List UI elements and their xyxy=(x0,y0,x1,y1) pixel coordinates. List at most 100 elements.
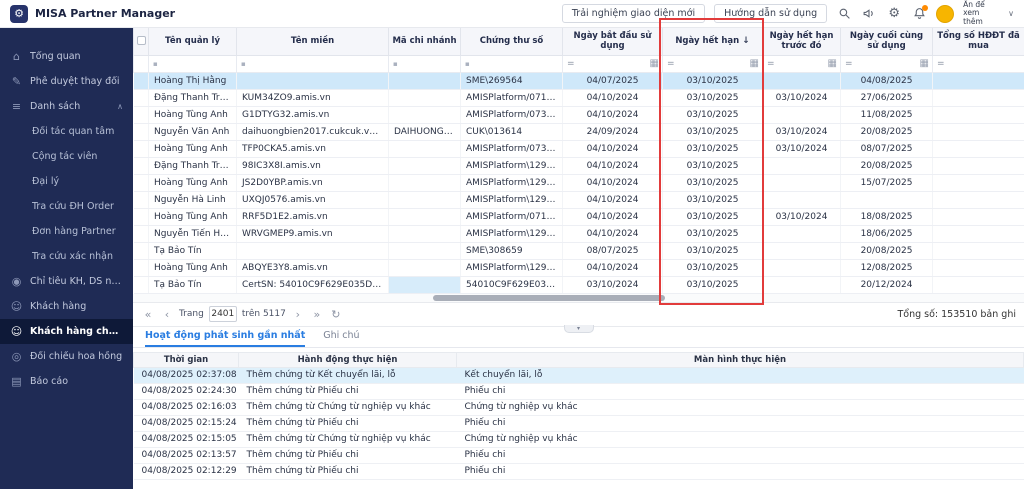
cell-prev_expire[interactable] xyxy=(762,174,841,192)
col-header-branch[interactable]: Mã chi nhánh xyxy=(388,28,461,56)
sidebar-item-don-hang-partner[interactable]: Đơn hàng Partner xyxy=(0,219,133,244)
activity-row[interactable]: 04/08/2025 02:24:30 PMThêm chứng từ Phiế… xyxy=(133,383,1024,400)
sidebar-item-cong-tac-vien[interactable]: Cộng tác viên xyxy=(0,144,133,169)
cell-last_used[interactable]: 27/06/2025 xyxy=(840,89,933,107)
cell-domain[interactable]: ABQYE3Y8.amis.vn xyxy=(236,259,389,277)
row-checkbox-cell[interactable] xyxy=(133,72,149,90)
cell-start_date[interactable]: 04/10/2024 xyxy=(562,89,663,107)
table-row[interactable]: Đặng Thanh Truyền KUM34ZO9.amis.vn AMISPla… xyxy=(133,89,1024,107)
cell-prev_expire[interactable]: 03/10/2024 xyxy=(762,89,841,107)
calendar-icon[interactable]: ▦ xyxy=(828,58,837,69)
activity-row[interactable]: 04/08/2025 02:15:05 PMThêm chứng từ Chứn… xyxy=(133,431,1024,448)
cell-cert[interactable]: AMISPlatform\129166 xyxy=(460,157,563,175)
row-checkbox-cell[interactable] xyxy=(133,140,149,158)
user-guide-button[interactable]: Hướng dẫn sử dụng xyxy=(714,4,828,23)
cell-manager[interactable]: Hoàng Thị Hằng xyxy=(148,72,237,90)
cell-domain[interactable]: KUM34ZO9.amis.vn xyxy=(236,89,389,107)
cell-branch[interactable] xyxy=(388,89,461,107)
cell-cert[interactable]: 54010C9F629E035DE... xyxy=(460,276,563,294)
activity-row[interactable]: 04/08/2025 02:13:57 PMThêm chứng từ Phiế… xyxy=(133,447,1024,464)
filter-prev-expire[interactable]: = ▦ xyxy=(762,54,841,73)
cell-prev_expire[interactable] xyxy=(762,72,841,90)
sidebar-item-tong-quan[interactable]: ⌂ Tổng quan xyxy=(0,44,133,69)
prev-page-button[interactable]: ‹ xyxy=(160,308,174,321)
cell-branch[interactable] xyxy=(388,259,461,277)
table-row[interactable]: Hoàng Tùng Anh G1DTYG32.amis.vn AMISPlatfo… xyxy=(133,106,1024,124)
col-header-last-used[interactable]: Ngày cuối cùng sử dụng xyxy=(840,28,933,56)
cell-branch[interactable] xyxy=(388,174,461,192)
cell-last_used[interactable]: 04/08/2025 xyxy=(840,72,933,90)
filter-domain[interactable]: ▪ xyxy=(236,54,389,73)
cell-expire_date[interactable]: 03/10/2025 xyxy=(662,242,763,260)
cell-manager[interactable]: Tạ Bảo Tín xyxy=(148,276,237,294)
cell-domain[interactable] xyxy=(236,72,389,90)
cell-total_invoices[interactable] xyxy=(932,174,1024,192)
cell-total_invoices[interactable] xyxy=(932,242,1024,260)
cell-cert[interactable]: AMISPlatform/073932 xyxy=(460,140,563,158)
cell-expire_date[interactable]: 03/10/2025 xyxy=(662,259,763,277)
activity-row[interactable]: 04/08/2025 02:37:08 PMThêm chứng từ Kết … xyxy=(133,367,1024,384)
bell-icon[interactable] xyxy=(911,4,929,22)
cell-prev_expire[interactable]: 03/10/2024 xyxy=(762,140,841,158)
table-row[interactable]: Hoàng Tùng Anh TFP0CKA5.amis.vn AMISPlatfo… xyxy=(133,140,1024,158)
table-row[interactable]: Hoàng Tùng Anh RRF5D1E2.amis.vn AMISPlatfo… xyxy=(133,208,1024,226)
cell-expire_date[interactable]: 03/10/2025 xyxy=(662,89,763,107)
cell-start_date[interactable]: 03/10/2024 xyxy=(562,276,663,294)
col-header-manager[interactable]: Tên quản lý xyxy=(148,28,237,56)
cell-manager[interactable]: Nguyễn Hà Linh xyxy=(148,191,237,209)
cell-expire_date[interactable]: 03/10/2025 xyxy=(662,72,763,90)
cell-prev_expire[interactable] xyxy=(762,276,841,294)
row-checkbox-cell[interactable] xyxy=(133,242,149,260)
cell-domain[interactable]: JS2D0YBP.amis.vn xyxy=(236,174,389,192)
cell-manager[interactable]: Nguyễn Văn Anh xyxy=(148,123,237,141)
cell-start_date[interactable]: 04/10/2024 xyxy=(562,174,663,192)
scrollbar-thumb[interactable] xyxy=(433,294,665,301)
sidebar-item-doi-chieu-hoa-hong[interactable]: ◎ Đối chiếu hoa hồng xyxy=(0,344,133,369)
table-row[interactable]: Tạ Bảo Tín SME\308659 08/07/2025 03/10/2025… xyxy=(133,242,1024,260)
cell-expire_date[interactable]: 03/10/2025 xyxy=(662,208,763,226)
sidebar-item-khach-hang[interactable]: ☺ Khách hàng xyxy=(0,294,133,319)
cell-branch[interactable] xyxy=(388,242,461,260)
cell-last_used[interactable]: 20/08/2025 xyxy=(840,157,933,175)
cell-total_invoices[interactable] xyxy=(932,106,1024,124)
cell-prev_expire[interactable] xyxy=(762,259,841,277)
cell-last_used[interactable]: 12/08/2025 xyxy=(840,259,933,277)
cell-domain[interactable]: UXQJ0576.amis.vn xyxy=(236,191,389,209)
cell-last_used[interactable]: 08/07/2025 xyxy=(840,140,933,158)
filter-type-icon[interactable]: ▪ xyxy=(393,60,398,68)
sidebar-item-khach-hang-cham-soc[interactable]: ☺ Khách hàng chăm sóc xyxy=(0,319,133,344)
cell-start_date[interactable]: 04/07/2025 xyxy=(562,72,663,90)
next-page-button[interactable]: › xyxy=(291,308,305,321)
cell-manager[interactable]: Nguyễn Tiến Hưng xyxy=(148,225,237,243)
sidebar-item-tra-cuu-xac-nhan[interactable]: Tra cứu xác nhận xyxy=(0,244,133,269)
cell-manager[interactable]: Đặng Thanh Truyền xyxy=(148,157,237,175)
cell-total_invoices[interactable] xyxy=(932,225,1024,243)
row-checkbox-cell[interactable] xyxy=(133,89,149,107)
cell-last_used[interactable]: 20/08/2025 xyxy=(840,242,933,260)
cell-manager[interactable]: Hoàng Tùng Anh xyxy=(148,259,237,277)
cell-start_date[interactable]: 08/07/2025 xyxy=(562,242,663,260)
filter-start-date[interactable]: = ▦ xyxy=(562,54,663,73)
cell-total_invoices[interactable] xyxy=(932,72,1024,90)
tab-notes[interactable]: Ghi chú xyxy=(323,327,359,347)
cell-start_date[interactable]: 04/10/2024 xyxy=(562,157,663,175)
cell-manager[interactable]: Đặng Thanh Truyền xyxy=(148,89,237,107)
cell-expire_date[interactable]: 03/10/2025 xyxy=(662,276,763,294)
cell-manager[interactable]: Hoàng Tùng Anh xyxy=(148,106,237,124)
app-logo[interactable]: ⚙ xyxy=(10,4,28,23)
cell-cert[interactable]: AMISPlatform/071275 xyxy=(460,208,563,226)
cell-cert[interactable]: CUK\013614 xyxy=(460,123,563,141)
cell-cert[interactable]: AMISPlatform/071361 xyxy=(460,89,563,107)
cell-last_used[interactable]: 18/06/2025 xyxy=(840,225,933,243)
cell-domain[interactable]: TFP0CKA5.amis.vn xyxy=(236,140,389,158)
cell-prev_expire[interactable] xyxy=(762,191,841,209)
row-checkbox-cell[interactable] xyxy=(133,174,149,192)
horizontal-scrollbar[interactable] xyxy=(133,293,1024,303)
cell-branch[interactable]: DAIHUONGBIEN2017... xyxy=(388,123,461,141)
filter-type-icon[interactable]: ▪ xyxy=(153,60,158,68)
cell-cert[interactable]: AMISPlatform\129124 xyxy=(460,225,563,243)
activity-row[interactable]: 04/08/2025 02:16:03 PMThêm chứng từ Chứn… xyxy=(133,399,1024,416)
cell-total_invoices[interactable] xyxy=(932,191,1024,209)
table-row[interactable]: Nguyễn Văn Anh daihuongbien2017.cukcuk.vn… xyxy=(133,123,1024,141)
cell-branch[interactable] xyxy=(388,225,461,243)
